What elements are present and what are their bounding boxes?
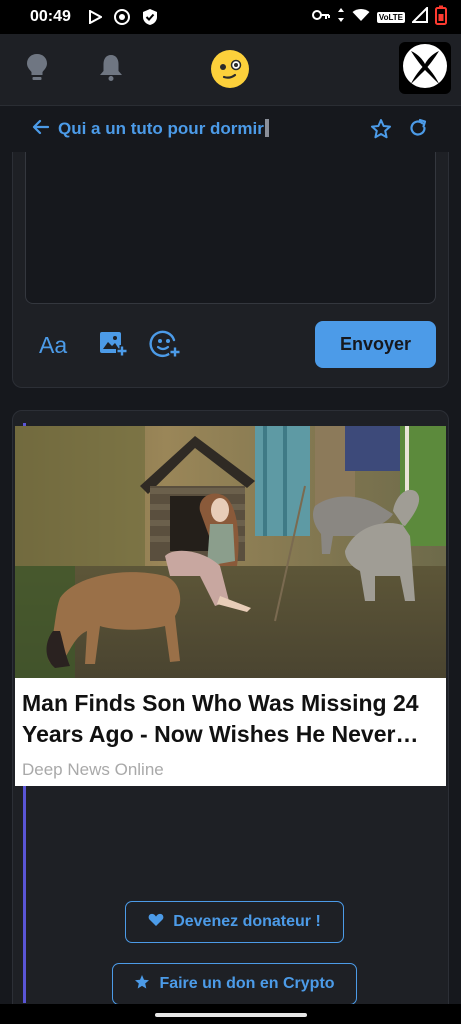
battery-low-icon — [435, 5, 447, 30]
emoji-face-icon[interactable] — [209, 48, 251, 90]
vpn-key-icon — [311, 8, 330, 26]
shield-icon — [142, 8, 158, 26]
heart-icon — [148, 913, 164, 932]
crypto-donation-button[interactable]: Faire un don en Crypto — [112, 963, 357, 1005]
ad-image[interactable] — [15, 426, 446, 678]
bell-icon[interactable] — [97, 52, 125, 82]
star-filled-icon — [134, 974, 150, 995]
message-input[interactable] — [25, 152, 436, 304]
home-gesture-handle[interactable] — [155, 1013, 307, 1017]
data-arrows-icon — [337, 7, 345, 28]
text-cursor — [264, 119, 269, 137]
system-nav-bar — [0, 1004, 461, 1024]
ad-source: Deep News Online — [22, 760, 164, 779]
chrome-icon — [113, 9, 130, 25]
add-image-icon[interactable] — [98, 328, 128, 358]
thread-title[interactable]: Qui a un tuto pour dormir — [58, 119, 269, 139]
xbox-button[interactable] — [399, 42, 451, 94]
add-sticker-icon[interactable] — [149, 328, 181, 360]
volte-badge: VoLTE — [376, 11, 405, 23]
play-store-icon — [88, 10, 102, 24]
wifi-icon — [352, 8, 370, 27]
ad-title[interactable]: Man Finds Son Who Was Missing 24 Years A… — [22, 688, 442, 750]
donor-label: Devenez donateur ! — [173, 913, 321, 930]
back-arrow-icon[interactable] — [32, 118, 50, 141]
send-button[interactable]: Envoyer — [315, 321, 436, 368]
thread-header: Qui a un tuto pour dormir — [0, 106, 461, 152]
refresh-icon[interactable] — [408, 118, 428, 143]
sponsored-ad[interactable]: Man Finds Son Who Was Missing 24 Years A… — [15, 426, 446, 786]
signal-icon — [410, 5, 428, 28]
thread-title-text: Qui a un tuto pour dormir — [58, 119, 264, 138]
donor-button[interactable]: Devenez donateur ! — [125, 901, 344, 943]
status-bar: 00:49 VoLTE — [0, 0, 461, 34]
xbox-logo-icon — [401, 42, 449, 95]
lightbulb-icon[interactable] — [24, 52, 50, 82]
status-time: 00:49 — [30, 8, 71, 25]
top-app-bar — [0, 34, 461, 106]
star-icon[interactable] — [370, 118, 392, 145]
text-format-button[interactable]: Aa — [39, 332, 67, 359]
reply-composer: Aa Envoyer — [12, 152, 449, 388]
crypto-label: Faire un don en Crypto — [159, 975, 335, 992]
